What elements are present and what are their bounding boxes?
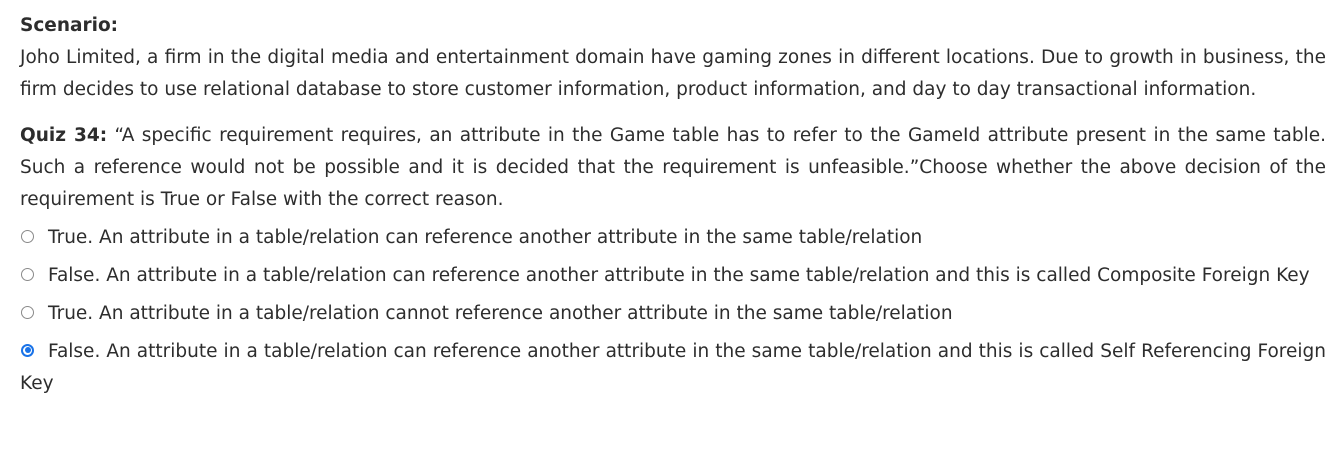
quiz-question: Quiz 34: “A specific requirement require… <box>20 120 1326 216</box>
radio-button-icon[interactable] <box>21 229 34 243</box>
radio-button-icon[interactable] <box>21 343 34 357</box>
answer-option-4[interactable]: False. An attribute in a table/relation … <box>20 336 1326 400</box>
scenario-title: Scenario: <box>20 15 119 36</box>
answer-options: True. An attribute in a table/relation c… <box>20 222 1326 400</box>
answer-option-3[interactable]: True. An attribute in a table/relation c… <box>20 298 1326 330</box>
quiz-question-text: “A specific requirement requires, an att… <box>20 125 1326 210</box>
answer-option-label: True. An attribute in a table/relation c… <box>48 227 923 248</box>
answer-option-2[interactable]: False. An attribute in a table/relation … <box>20 260 1326 292</box>
quiz-page: Scenario: Joho Limited, a firm in the di… <box>0 0 1342 400</box>
radio-button-icon[interactable] <box>21 267 34 281</box>
answer-option-1[interactable]: True. An attribute in a table/relation c… <box>20 222 1326 254</box>
answer-option-label: False. An attribute in a table/relation … <box>20 341 1326 394</box>
answer-option-label: False. An attribute in a table/relation … <box>48 265 1310 286</box>
scenario-text: Joho Limited, a firm in the digital medi… <box>20 47 1326 100</box>
quiz-label: Quiz 34: <box>20 125 108 146</box>
answer-option-label: True. An attribute in a table/relation c… <box>48 303 953 324</box>
radio-button-icon[interactable] <box>21 305 34 319</box>
